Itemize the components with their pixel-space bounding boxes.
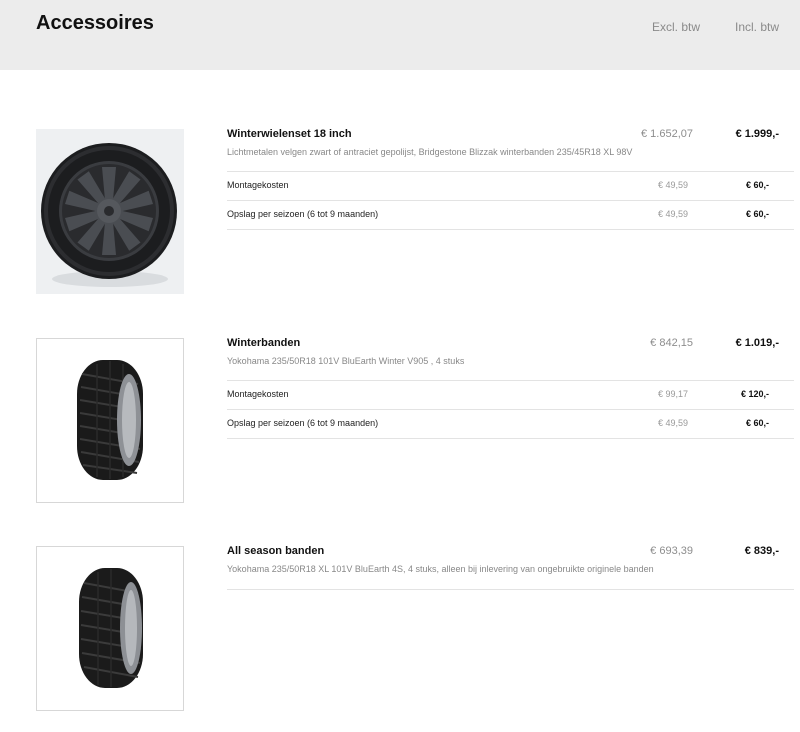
option-price-excl-vat: € 99,17 <box>657 389 688 399</box>
price-incl-vat: € 1.999,- <box>735 128 779 140</box>
option-label: Opslag per seizoen (6 tot 9 maanden) <box>227 209 379 219</box>
column-header-incl-vat: Incl. btw <box>735 20 780 34</box>
product-description: Lichtmetalen velgen zwart of antraciet g… <box>227 147 633 157</box>
product-main-row: Winterwielenset 18 inch Lichtmetalen vel… <box>227 128 794 172</box>
option-label: Opslag per seizoen (6 tot 9 maanden) <box>227 418 379 428</box>
column-header-excl-vat: Excl. btw <box>652 20 701 34</box>
product-main-row: Winterbanden Yokohama 235/50R18 101V Blu… <box>227 337 794 381</box>
product-details: All season banden Yokohama 235/50R18 XL … <box>227 545 794 590</box>
option-price-excl-vat: € 49,59 <box>657 180 688 190</box>
winter-tire-image <box>36 338 184 503</box>
product-details: Winterwielenset 18 inch Lichtmetalen vel… <box>227 128 794 230</box>
product-name: All season banden <box>227 545 325 557</box>
option-price-incl-vat: € 60,- <box>745 209 769 219</box>
price-incl-vat: € 839,- <box>744 545 779 557</box>
product-details: Winterbanden Yokohama 235/50R18 101V Blu… <box>227 337 794 439</box>
all-season-tire-image <box>36 546 184 711</box>
price-incl-vat: € 1.019,- <box>735 337 779 349</box>
page-header: Accessoires Excl. btw Incl. btw <box>0 0 800 70</box>
option-row-mounting[interactable]: Montagekosten € 99,17 € 120,- <box>227 381 794 410</box>
page-title: Accessoires <box>36 12 154 34</box>
option-price-incl-vat: € 60,- <box>745 180 769 190</box>
product-main-row: All season banden Yokohama 235/50R18 XL … <box>227 545 794 590</box>
product-description: Yokohama 235/50R18 XL 101V BluEarth 4S, … <box>227 564 654 574</box>
option-price-excl-vat: € 49,59 <box>657 418 688 428</box>
option-row-storage[interactable]: Opslag per seizoen (6 tot 9 maanden) € 4… <box>227 201 794 230</box>
alloy-wheel-image <box>36 129 184 294</box>
option-label: Montagekosten <box>227 180 289 190</box>
product-name: Winterwielenset 18 inch <box>227 128 352 140</box>
option-label: Montagekosten <box>227 389 289 399</box>
option-row-storage[interactable]: Opslag per seizoen (6 tot 9 maanden) € 4… <box>227 410 794 439</box>
product-description: Yokohama 235/50R18 101V BluEarth Winter … <box>227 356 465 366</box>
price-excl-vat: € 693,39 <box>650 545 693 557</box>
option-price-incl-vat: € 120,- <box>740 389 769 399</box>
product-name: Winterbanden <box>227 337 301 349</box>
option-price-excl-vat: € 49,59 <box>657 209 688 219</box>
option-price-incl-vat: € 60,- <box>745 418 769 428</box>
price-excl-vat: € 1.652,07 <box>641 128 693 140</box>
option-row-mounting[interactable]: Montagekosten € 49,59 € 60,- <box>227 172 794 201</box>
price-excl-vat: € 842,15 <box>650 337 693 349</box>
